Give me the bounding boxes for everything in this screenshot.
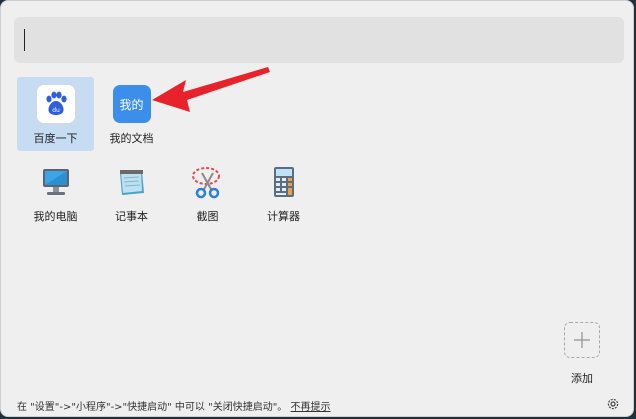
add-button[interactable]: [564, 322, 600, 358]
app-label: 记事本: [115, 210, 148, 223]
search-input[interactable]: [14, 17, 624, 63]
text-cursor: [24, 29, 25, 51]
app-tile-my-documents[interactable]: 我的 我的文档: [93, 77, 170, 151]
app-label: 百度一下: [33, 132, 78, 145]
svg-text:du: du: [52, 107, 60, 114]
add-label: 添加: [571, 372, 593, 385]
my-documents-icon-text: 我的: [112, 85, 151, 123]
baidu-paw-icon: du: [36, 85, 75, 123]
app-tile-calculator[interactable]: 计算器: [245, 155, 322, 229]
quick-launch-panel: du 百度一下 我的 我的文档 我的电脑 记事本 截图 计算器 添加 在 "设置…: [0, 0, 634, 417]
app-label: 我的电脑: [33, 210, 78, 223]
dont-show-again-link[interactable]: 不再提示: [291, 402, 331, 413]
scissors-screenshot-icon: [189, 163, 227, 201]
calculator-icon: [265, 163, 303, 201]
app-tile-screenshot[interactable]: 截图: [169, 155, 246, 229]
app-label: 我的文档: [109, 132, 154, 145]
footer-hint-text: 在 "设置"->"小程序"->"快捷启动" 中可以 "关闭快捷启动"。: [17, 402, 288, 413]
footer-hint: 在 "设置"->"小程序"->"快捷启动" 中可以 "关闭快捷启动"。 不再提示: [17, 398, 331, 413]
app-label: 截图: [196, 210, 219, 223]
my-documents-icon: 我的: [112, 85, 151, 123]
app-tile-notepad[interactable]: 记事本: [93, 155, 170, 229]
gear-icon[interactable]: [606, 397, 620, 411]
app-tile-my-computer[interactable]: 我的电脑: [17, 155, 94, 229]
app-label: 计算器: [267, 210, 300, 223]
computer-monitor-icon: [37, 163, 75, 201]
notepad-icon: [113, 163, 151, 201]
plus-icon: [574, 332, 590, 348]
app-tile-baidu[interactable]: du 百度一下: [17, 77, 94, 151]
